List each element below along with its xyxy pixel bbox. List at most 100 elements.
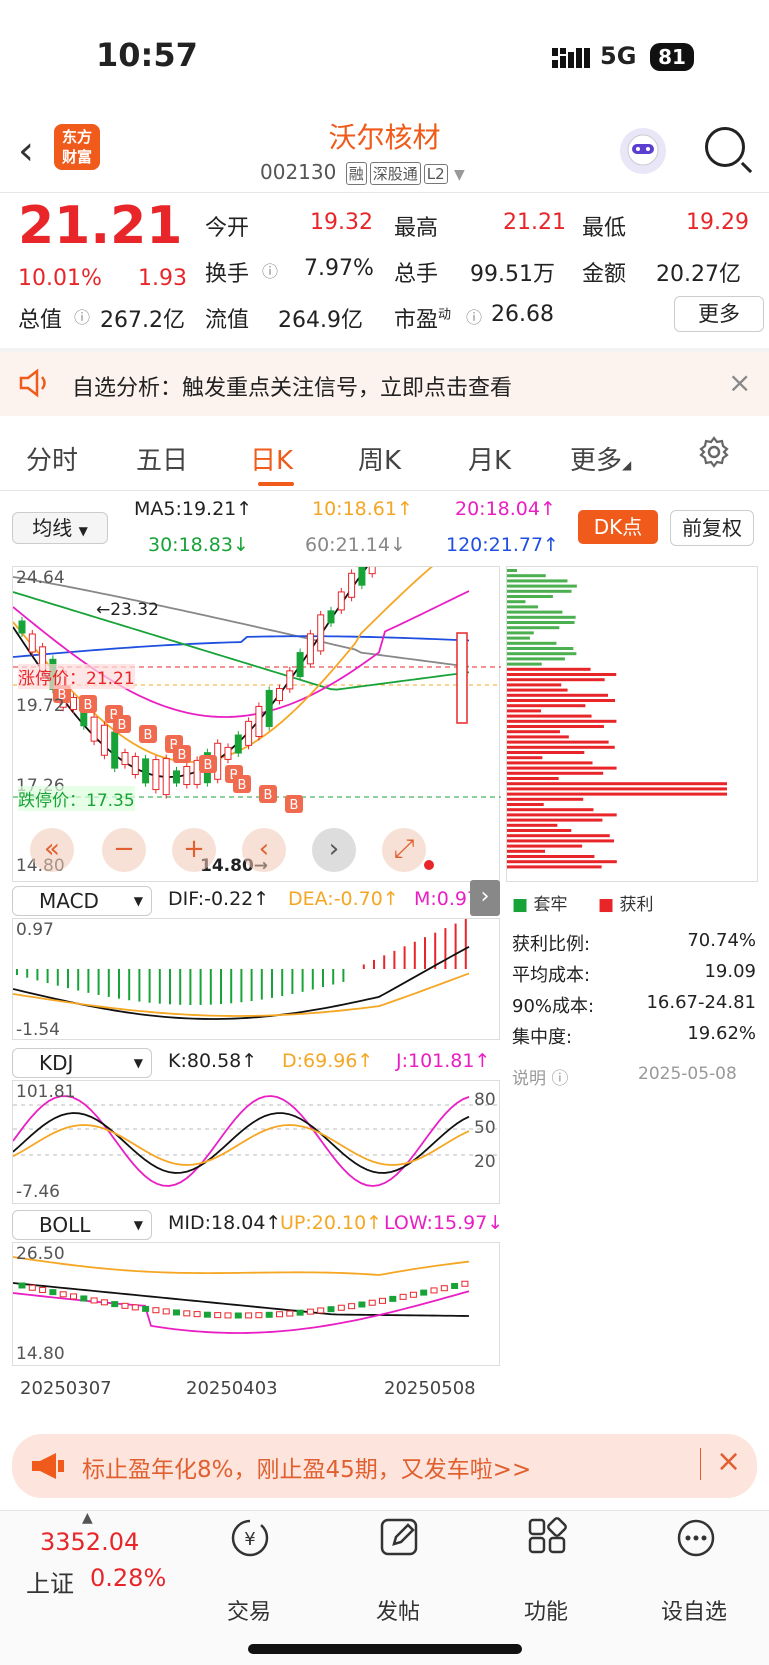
dk-point-button[interactable]: DK点 bbox=[578, 510, 658, 544]
boll-low: LOW:15.97↓ bbox=[384, 1212, 504, 1234]
nav-post[interactable]: 发帖 bbox=[348, 1594, 448, 1626]
search-icon[interactable] bbox=[705, 127, 745, 167]
boll-candle bbox=[276, 1311, 283, 1318]
fullscreen-icon[interactable]: ⤢ bbox=[382, 828, 426, 872]
active-tab-indicator bbox=[258, 482, 294, 486]
chip-bar bbox=[507, 849, 546, 853]
candle-body bbox=[306, 633, 314, 665]
candle-body bbox=[348, 572, 356, 598]
boll-selector[interactable]: BOLL ▼ bbox=[12, 1210, 152, 1240]
boll-candle bbox=[28, 1284, 36, 1291]
assistant-robot-icon[interactable] bbox=[620, 128, 666, 174]
candle-body bbox=[265, 689, 273, 727]
settings-icon[interactable] bbox=[698, 436, 730, 472]
chip-bar bbox=[507, 683, 562, 687]
index-name[interactable]: 上证 bbox=[26, 1564, 74, 1599]
ma-selector[interactable]: 均线 ▼ bbox=[12, 512, 108, 544]
alert-dot bbox=[424, 860, 434, 870]
chip-distribution[interactable] bbox=[506, 566, 758, 882]
boll-candle bbox=[358, 1301, 366, 1308]
buy-signal-letter: B bbox=[178, 748, 187, 763]
tab-monthly-k[interactable]: 月K bbox=[468, 440, 511, 477]
stock-code-row[interactable]: 002130 融深股通 L2 ▼ bbox=[260, 160, 465, 185]
boll-candle bbox=[389, 1295, 397, 1302]
mktcap-label: 总值 bbox=[18, 308, 63, 333]
scroll-left-fast-icon[interactable]: « bbox=[30, 828, 74, 872]
chip-bar bbox=[507, 615, 576, 619]
scroll-right-icon[interactable]: › bbox=[312, 828, 356, 872]
change-percent: 10.01% bbox=[18, 266, 102, 291]
buy-signal-letter: B bbox=[144, 728, 153, 743]
chip-bar bbox=[507, 797, 584, 801]
chip-bar bbox=[507, 699, 616, 702]
chip-bar bbox=[507, 860, 617, 864]
info-icon[interactable]: ⓘ bbox=[74, 304, 90, 328]
notice-text: 自选分析：触发重点关注信号，立即点击查看 bbox=[72, 376, 513, 401]
ma30-label: 30:18.83↓ bbox=[148, 534, 249, 556]
kdj-selector[interactable]: KDJ ▼ bbox=[12, 1048, 152, 1078]
boll-candle bbox=[142, 1305, 150, 1312]
index-value[interactable]: 3352.04 bbox=[40, 1528, 139, 1556]
open-label: 今开 bbox=[205, 216, 250, 241]
tab-five-day[interactable]: 五日 bbox=[136, 440, 188, 477]
chip-bar bbox=[507, 787, 727, 791]
zoom-out-icon[interactable]: − bbox=[102, 828, 146, 872]
candle-body bbox=[276, 688, 283, 702]
kline-top-label: 24.64 bbox=[16, 568, 65, 588]
nav-function[interactable]: 功能 bbox=[496, 1594, 596, 1626]
chip-bar bbox=[507, 855, 595, 858]
candle-body bbox=[28, 633, 36, 653]
panel-toggle-icon[interactable]: › bbox=[470, 880, 500, 916]
close-icon[interactable]: × bbox=[716, 1444, 741, 1479]
info-icon[interactable]: ⓘ bbox=[262, 258, 278, 282]
turnover-value: 7.97% bbox=[304, 256, 374, 281]
chip-row: 集中度: 19.62% bbox=[512, 1023, 756, 1048]
nav-trade[interactable]: 交易 bbox=[199, 1594, 299, 1626]
boll-candle bbox=[214, 1312, 222, 1319]
boll-candle bbox=[451, 1282, 459, 1289]
tab-daily-k[interactable]: 日K bbox=[250, 440, 293, 477]
candle-body bbox=[90, 716, 98, 742]
notice-bar[interactable]: 自选分析：触发重点关注信号，立即点击查看 × bbox=[0, 352, 769, 416]
chevron-down-icon: ▼ bbox=[454, 167, 465, 183]
candle-body bbox=[131, 756, 139, 776]
candle-body bbox=[234, 734, 242, 754]
boll-candle bbox=[399, 1293, 407, 1300]
close-icon[interactable]: × bbox=[728, 366, 751, 399]
nav-add-watchlist[interactable]: 设自选 bbox=[644, 1594, 744, 1626]
more-quote-button[interactable]: 更多 bbox=[674, 296, 764, 332]
add-watchlist-icon[interactable] bbox=[674, 1516, 718, 1564]
chip-bar bbox=[507, 740, 609, 744]
buy-signal-letter: B bbox=[238, 778, 247, 793]
volume-label: 总手 bbox=[394, 262, 439, 287]
macd-selector[interactable]: MACD ▼ bbox=[12, 886, 152, 916]
low-value: 19.29 bbox=[686, 210, 749, 235]
tab-weekly-k[interactable]: 周K bbox=[358, 440, 401, 477]
ma60-label: 60:21.14↓ bbox=[305, 534, 406, 556]
info-icon[interactable]: ⓘ bbox=[466, 304, 482, 328]
zoom-in-icon[interactable]: + bbox=[172, 828, 216, 872]
scroll-left-icon[interactable]: ‹ bbox=[242, 828, 286, 872]
candle-body bbox=[224, 746, 232, 760]
index-arrow-icon: ▲ bbox=[82, 1510, 93, 1526]
chip-note[interactable]: 说明 ⓘ bbox=[512, 1064, 568, 1089]
index-pct[interactable]: 0.28% bbox=[90, 1564, 166, 1592]
candle-body bbox=[296, 652, 304, 678]
candle-body bbox=[245, 720, 253, 746]
chip-bar bbox=[507, 652, 577, 656]
promo-banner[interactable]: 标止盈年化8%，刚止盈45期，又发车啦>> × bbox=[12, 1434, 757, 1498]
candle-body bbox=[121, 752, 129, 766]
buy-signal-letter: B bbox=[204, 758, 213, 773]
tab-more[interactable]: 更多◢ bbox=[570, 440, 631, 477]
trade-icon[interactable]: ¥ bbox=[228, 1516, 272, 1564]
pe-label: 市盈动 bbox=[394, 307, 452, 333]
chip-bar bbox=[507, 600, 526, 604]
kdj-k: K:80.58↑ bbox=[168, 1050, 258, 1072]
function-icon[interactable] bbox=[526, 1516, 570, 1564]
adjust-button[interactable]: 前复权 bbox=[670, 510, 754, 546]
chip-bar bbox=[507, 595, 553, 598]
post-icon[interactable] bbox=[378, 1516, 422, 1564]
chip-bar bbox=[507, 761, 593, 765]
chip-bar bbox=[507, 818, 603, 822]
tab-intraday[interactable]: 分时 bbox=[26, 440, 78, 477]
